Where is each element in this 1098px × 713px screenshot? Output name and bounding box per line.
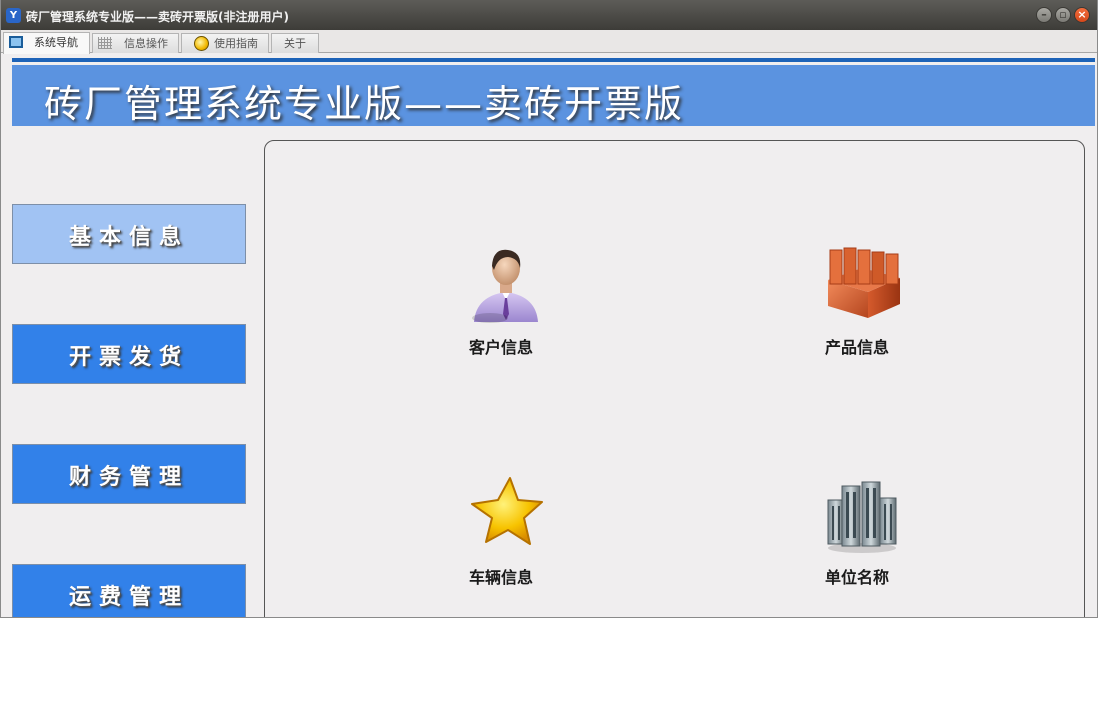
nav-button-label: 基本信息 [68, 224, 189, 250]
buildings-icon [827, 481, 897, 553]
tile-label: 单位名称 [824, 568, 889, 587]
monitor-icon [9, 36, 23, 48]
maximize-button[interactable]: ▫ [1055, 7, 1071, 23]
tile-product-info[interactable]: 产品信息 [777, 244, 937, 364]
tile-vehicle-info[interactable]: 车辆信息 [421, 474, 581, 594]
close-button[interactable]: × [1074, 7, 1090, 23]
tab-label: 使用指南 [214, 37, 258, 50]
app-window: Y 砖厂管理系统专业版——卖砖开票版(非注册用户) – ▫ × 系统导航 信息操… [0, 0, 1098, 618]
title-bar[interactable]: Y 砖厂管理系统专业版——卖砖开票版(非注册用户) – ▫ × [1, 0, 1097, 30]
customer-person-icon [472, 249, 538, 323]
tab-label: 信息操作 [124, 37, 168, 50]
app-logo-icon: Y [6, 8, 21, 23]
window-title: 砖厂管理系统专业版——卖砖开票版(非注册用户) [26, 10, 289, 24]
bricks-icon [828, 247, 900, 318]
nav-button-label: 开票发货 [68, 344, 189, 370]
content-panel: 客户信息 产品信息 车辆信息 单位名称 [264, 140, 1085, 617]
tab-info-operations[interactable]: 信息操作 [92, 33, 179, 53]
tile-label: 客户信息 [468, 338, 533, 357]
nav-button-finance[interactable]: 财务管理 [12, 444, 246, 504]
tile-label: 车辆信息 [468, 568, 533, 587]
header-divider [12, 58, 1095, 62]
grid-icon [98, 37, 112, 49]
minimize-button[interactable]: – [1036, 7, 1052, 23]
nav-button-basic-info[interactable]: 基本信息 [12, 204, 246, 264]
star-icon [471, 477, 543, 545]
tab-about[interactable]: 关于 [271, 33, 319, 53]
nav-button-label: 财务管理 [68, 464, 189, 490]
tab-system-navigation[interactable]: 系统导航 [3, 32, 90, 54]
tab-label: 系统导航 [34, 36, 78, 49]
tile-unit-name[interactable]: 单位名称 [777, 474, 937, 594]
nav-button-invoice-shipping[interactable]: 开票发货 [12, 324, 246, 384]
nav-button-label: 运费管理 [68, 584, 189, 610]
header-banner: 砖厂管理系统专业版——卖砖开票版 [12, 65, 1095, 126]
nav-button-freight[interactable]: 运费管理 [12, 564, 246, 617]
tile-customer-info[interactable]: 客户信息 [421, 244, 581, 364]
tab-bar: 系统导航 信息操作 使用指南 关于 [1, 30, 1097, 54]
tile-label: 产品信息 [824, 338, 889, 357]
banner-title: 砖厂管理系统专业版——卖砖开票版 [44, 82, 685, 126]
tab-label: 关于 [284, 37, 306, 50]
help-coin-icon [194, 36, 209, 51]
tab-user-guide[interactable]: 使用指南 [181, 33, 269, 53]
